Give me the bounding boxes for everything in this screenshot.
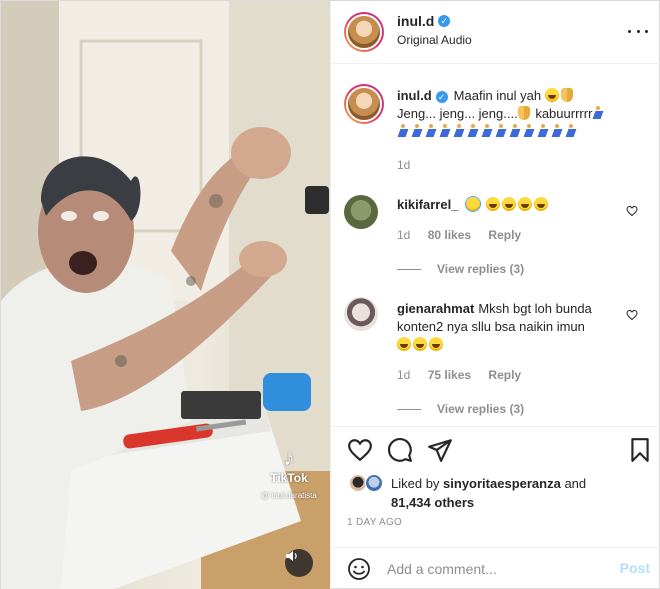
runner-emoji-icon	[551, 124, 563, 138]
runner-emoji-icon	[565, 124, 577, 138]
comment-text: gienarahmat Mksh bgt loh bunda konten2 ny…	[397, 300, 622, 354]
runner-emoji-icon	[495, 124, 507, 138]
verified-badge-icon: ✓	[435, 91, 448, 103]
reply-button[interactable]: Reply	[488, 368, 521, 382]
caption-text: inul.d ✓ Maafin inul yah Jeng... jeng... j…	[397, 87, 647, 141]
liked-by-user[interactable]: sinyoritaesperanza	[443, 476, 561, 491]
runner-emoji-icon	[453, 124, 465, 138]
runner-emoji-row	[397, 124, 579, 139]
caption-line1: Maafin inul yah	[453, 88, 542, 103]
post-date[interactable]: 1 DAY AGO	[347, 517, 402, 528]
runner-emoji-icon	[509, 124, 521, 138]
runner-emoji-icon	[481, 124, 493, 138]
view-replies-button[interactable]: View replies (3)	[397, 262, 524, 276]
divider-line	[397, 408, 421, 410]
post-side-panel: inul.d ✓ Original Audio inul.d ✓ Maafin in…	[330, 1, 660, 589]
audio-link[interactable]: Original Audio	[397, 33, 472, 47]
tiktok-username: @ inul.daratista	[261, 491, 317, 500]
runner-emoji-icon	[439, 124, 451, 138]
rolling-laugh-emoji-icon	[544, 88, 559, 102]
liked-by-others[interactable]: 81,434 others	[391, 495, 474, 510]
grinning-emoji-icon	[429, 337, 443, 351]
author-avatar[interactable]	[344, 12, 384, 52]
like-heart-icon[interactable]	[347, 437, 373, 463]
caption-line2b: kabuurrrrr	[535, 106, 593, 121]
grinning-emoji-icon	[397, 337, 411, 351]
liker-avatar[interactable]	[365, 474, 383, 492]
liked-by-prefix: Liked by	[391, 476, 440, 491]
runner-emoji-icon	[411, 124, 423, 138]
emoji-smile-icon[interactable]	[347, 557, 371, 581]
comment-username[interactable]: kikifarrel_	[397, 197, 458, 212]
comments-section: inul.d ✓ Maafin inul yah Jeng... jeng... j…	[331, 64, 660, 426]
caption-age[interactable]: 1d	[397, 158, 410, 172]
comment-time[interactable]: 1d	[397, 368, 410, 382]
caption-username[interactable]: inul.d	[397, 88, 432, 103]
divider-line	[397, 268, 421, 270]
add-comment-bar: Post	[331, 547, 660, 589]
pray-emoji-icon	[560, 88, 573, 102]
view-replies-button[interactable]: View replies (3)	[397, 402, 524, 416]
caption-avatar[interactable]	[344, 84, 384, 124]
save-bookmark-icon[interactable]	[627, 437, 653, 463]
grinning-emoji-icon	[413, 337, 427, 351]
runner-emoji-icon	[523, 124, 535, 138]
grinning-emoji-icon	[485, 197, 500, 211]
caption-line2: Jeng... jeng... jeng....	[397, 106, 518, 121]
comment-input[interactable]	[387, 558, 597, 580]
share-paper-plane-icon[interactable]	[427, 437, 453, 463]
commenter-avatar[interactable]	[344, 297, 378, 331]
post-header: inul.d ✓ Original Audio	[331, 1, 660, 64]
tiktok-logo-icon: ♪	[283, 445, 295, 470]
tiktok-label: TikTok	[270, 471, 308, 485]
runner-emoji-icon	[467, 124, 479, 138]
comment-meta: 1d 75 likes Reply	[397, 368, 535, 382]
verified-badge-icon: ✓	[438, 15, 451, 27]
speaker-icon	[286, 551, 297, 561]
comment-bubble-icon[interactable]	[387, 437, 413, 463]
runner-emoji-icon	[397, 124, 409, 138]
tiktok-watermark: ♪ TikTok @ inul.daratista	[253, 445, 325, 501]
runner-emoji-icon	[537, 124, 549, 138]
grinning-emoji-icon	[533, 197, 548, 211]
author-username[interactable]: inul.d	[397, 13, 434, 29]
runner-emoji-icon	[425, 124, 437, 138]
view-replies-label: View replies (3)	[437, 402, 525, 416]
instagram-post: ♪ TikTok @ inul.daratista inul.d ✓ Origi…	[0, 0, 660, 589]
caption-meta: 1d	[397, 158, 424, 172]
comment-username[interactable]: gienarahmat	[397, 301, 474, 316]
comment-text: kikifarrel_	[397, 196, 617, 214]
comment-likes[interactable]: 80 likes	[428, 228, 471, 242]
grinning-emoji-icon	[517, 197, 532, 211]
video-frame	[1, 1, 330, 589]
post-video[interactable]: ♪ TikTok @ inul.daratista	[1, 1, 330, 589]
runner-emoji-icon	[592, 106, 604, 120]
pray-emoji-icon	[517, 106, 530, 120]
author-username-row[interactable]: inul.d ✓	[397, 13, 451, 29]
commenter-avatar[interactable]	[344, 195, 378, 229]
grinning-emoji-icon	[501, 197, 516, 211]
like-comment-heart-icon[interactable]	[626, 309, 638, 321]
comment-meta: 1d 80 likes Reply	[397, 228, 535, 242]
audio-toggle-button[interactable]	[285, 549, 313, 577]
comment-likes[interactable]: 75 likes	[428, 368, 471, 382]
reply-button[interactable]: Reply	[488, 228, 521, 242]
post-actions: Liked by sinyoritaesperanza and 81,434 o…	[331, 426, 660, 547]
post-comment-button[interactable]: Post	[620, 560, 650, 576]
liked-by-and: and	[564, 476, 587, 491]
more-options-button[interactable]	[628, 23, 648, 39]
winking-face-emoji-icon	[466, 197, 481, 211]
liked-by-summary: Liked by sinyoritaesperanza and 81,434 o…	[391, 474, 651, 512]
comment-time[interactable]: 1d	[397, 228, 410, 242]
view-replies-label: View replies (3)	[437, 262, 525, 276]
like-comment-heart-icon[interactable]	[626, 205, 638, 217]
